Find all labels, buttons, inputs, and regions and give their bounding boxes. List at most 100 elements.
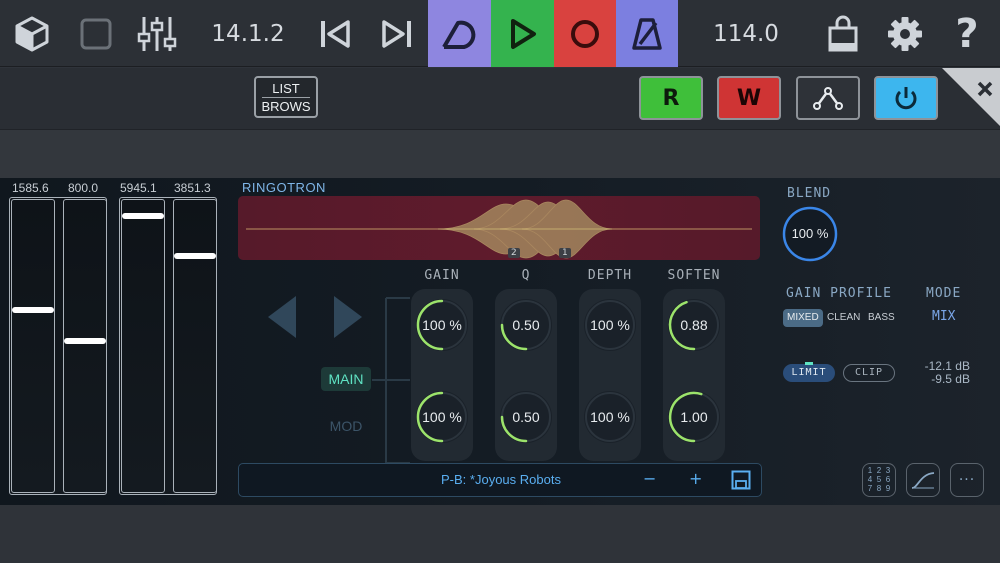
- power-button[interactable]: [874, 76, 938, 120]
- soften-main-knob[interactable]: 0.88: [665, 296, 723, 354]
- more-options-button[interactable]: ···: [950, 463, 984, 497]
- gain-mod-knob[interactable]: 100 %: [413, 388, 471, 446]
- write-automation-button[interactable]: W: [717, 76, 781, 120]
- metronome-icon: [632, 17, 662, 50]
- square-icon: [80, 18, 112, 49]
- fader-4-value: 3851.3: [174, 181, 211, 195]
- soften-mod-knob[interactable]: 1.00: [665, 388, 723, 446]
- numpad-icon: 123 456 789: [866, 467, 892, 493]
- window-toggle-button[interactable]: [74, 0, 118, 67]
- skip-forward-icon: [382, 19, 411, 48]
- numpad-button[interactable]: 123 456 789: [862, 463, 896, 497]
- soften-main-value: 0.88: [680, 317, 708, 333]
- plugin-panel: 1585.6 800.0 5945.1 3851.3 RINGOTRON 2 1: [0, 178, 1000, 505]
- next-arrow-button[interactable]: [332, 294, 364, 344]
- automation-nodes-button[interactable]: [796, 76, 860, 120]
- read-automation-button[interactable]: R: [639, 76, 703, 120]
- numpad-digit-4: 4: [867, 475, 873, 484]
- numpad-digit-9: 9: [885, 484, 891, 493]
- fader-1-handle[interactable]: [12, 307, 54, 313]
- depth-mod-knob[interactable]: 100 %: [581, 388, 639, 446]
- fader-3-value: 5945.1: [120, 181, 157, 195]
- numpad-digit-1: 1: [867, 466, 873, 475]
- close-button[interactable]: [942, 68, 1000, 126]
- prev-arrow-button[interactable]: [266, 294, 298, 344]
- play-button[interactable]: [491, 0, 554, 67]
- gain-profile-label: GAIN PROFILE: [786, 286, 892, 301]
- mod-tab[interactable]: MOD: [321, 414, 371, 438]
- loop-button[interactable]: [428, 0, 491, 67]
- q-mod-knob[interactable]: 0.50: [497, 388, 555, 446]
- q-mod-value: 0.50: [512, 409, 540, 425]
- clip-toggle[interactable]: CLIP: [843, 364, 895, 382]
- limit-indicator: [805, 362, 813, 365]
- list-browser-toggle[interactable]: LIST BROWS: [254, 76, 318, 118]
- fader-1[interactable]: [11, 199, 55, 493]
- curve-button[interactable]: [906, 463, 940, 497]
- save-icon: [731, 470, 751, 490]
- gain-mod-value: 100 %: [422, 409, 462, 425]
- readout-1: -12.1 dB: [924, 359, 970, 373]
- soften-mod-value: 1.00: [680, 409, 708, 425]
- gear-icon: [888, 16, 922, 51]
- top-toolbar: 14.1.2 114.0 ?: [0, 0, 1000, 67]
- depth-main-value: 100 %: [590, 317, 630, 333]
- preset-prev-button[interactable]: −: [643, 469, 656, 488]
- mode-label: MODE: [926, 286, 962, 301]
- blend-label: BLEND: [787, 186, 832, 201]
- q-main-knob[interactable]: 0.50: [497, 296, 555, 354]
- skip-back-button[interactable]: [310, 0, 360, 67]
- fader-3[interactable]: [121, 199, 165, 493]
- profile-clean[interactable]: CLEAN: [827, 309, 860, 327]
- settings-button[interactable]: [882, 0, 928, 67]
- store-button[interactable]: [820, 0, 866, 67]
- plugin-name: RINGOTRON: [242, 180, 326, 195]
- fader-2-handle[interactable]: [64, 338, 106, 344]
- footer-band: [0, 505, 1000, 563]
- preset-save-button[interactable]: [731, 470, 751, 494]
- skip-forward-button[interactable]: [372, 0, 422, 67]
- fader-3-handle[interactable]: [122, 213, 164, 219]
- column-q: Q: [521, 268, 531, 283]
- preset-name[interactable]: P-B: *Joyous Robots: [239, 472, 763, 487]
- plugin-header-bar: LIST BROWS R W: [0, 68, 1000, 130]
- band-marker-1[interactable]: 1: [559, 248, 571, 258]
- preset-next-button[interactable]: +: [689, 469, 702, 488]
- app-logo-button[interactable]: [10, 0, 54, 67]
- depth-main-knob[interactable]: 100 %: [581, 296, 639, 354]
- fader-1-value: 1585.6: [12, 181, 49, 195]
- record-icon: [571, 19, 599, 48]
- profile-mixed[interactable]: MIXED: [783, 309, 823, 327]
- skip-back-icon: [321, 19, 350, 48]
- power-icon: [895, 87, 917, 110]
- readout-2: -9.5 dB: [931, 372, 970, 386]
- profile-bass[interactable]: BASS: [868, 309, 895, 327]
- record-button[interactable]: [554, 0, 616, 67]
- fader-2[interactable]: [63, 199, 107, 493]
- gain-main-knob[interactable]: 100 %: [413, 296, 471, 354]
- help-button[interactable]: ?: [944, 0, 990, 67]
- preset-bar: P-B: *Joyous Robots − +: [238, 463, 762, 497]
- mode-value[interactable]: MIX: [932, 309, 955, 324]
- gain-main-value: 100 %: [422, 317, 462, 333]
- column-soften: SOFTEN: [667, 268, 721, 283]
- metronome-button[interactable]: [616, 0, 678, 67]
- fader-4-handle[interactable]: [174, 253, 216, 259]
- blend-value: 100 %: [791, 226, 829, 241]
- q-main-value: 0.50: [512, 317, 540, 333]
- mixer-button[interactable]: [134, 0, 180, 67]
- ellipsis-icon: ···: [958, 472, 976, 488]
- brows-label: BROWS: [261, 99, 311, 114]
- triangle-left-icon: [268, 296, 296, 338]
- loop-icon: [441, 20, 475, 49]
- blend-knob[interactable]: 100 %: [781, 205, 839, 267]
- column-depth: DEPTH: [587, 268, 633, 283]
- main-tab[interactable]: MAIN: [321, 367, 371, 391]
- fader-2-value: 800.0: [68, 181, 99, 195]
- numpad-digit-3: 3: [885, 466, 891, 475]
- limit-toggle[interactable]: LIMIT: [783, 364, 835, 382]
- band-marker-2[interactable]: 2: [508, 248, 520, 258]
- numpad-digit-7: 7: [867, 484, 873, 493]
- fader-4[interactable]: [173, 199, 217, 493]
- nodes-icon: [813, 87, 843, 110]
